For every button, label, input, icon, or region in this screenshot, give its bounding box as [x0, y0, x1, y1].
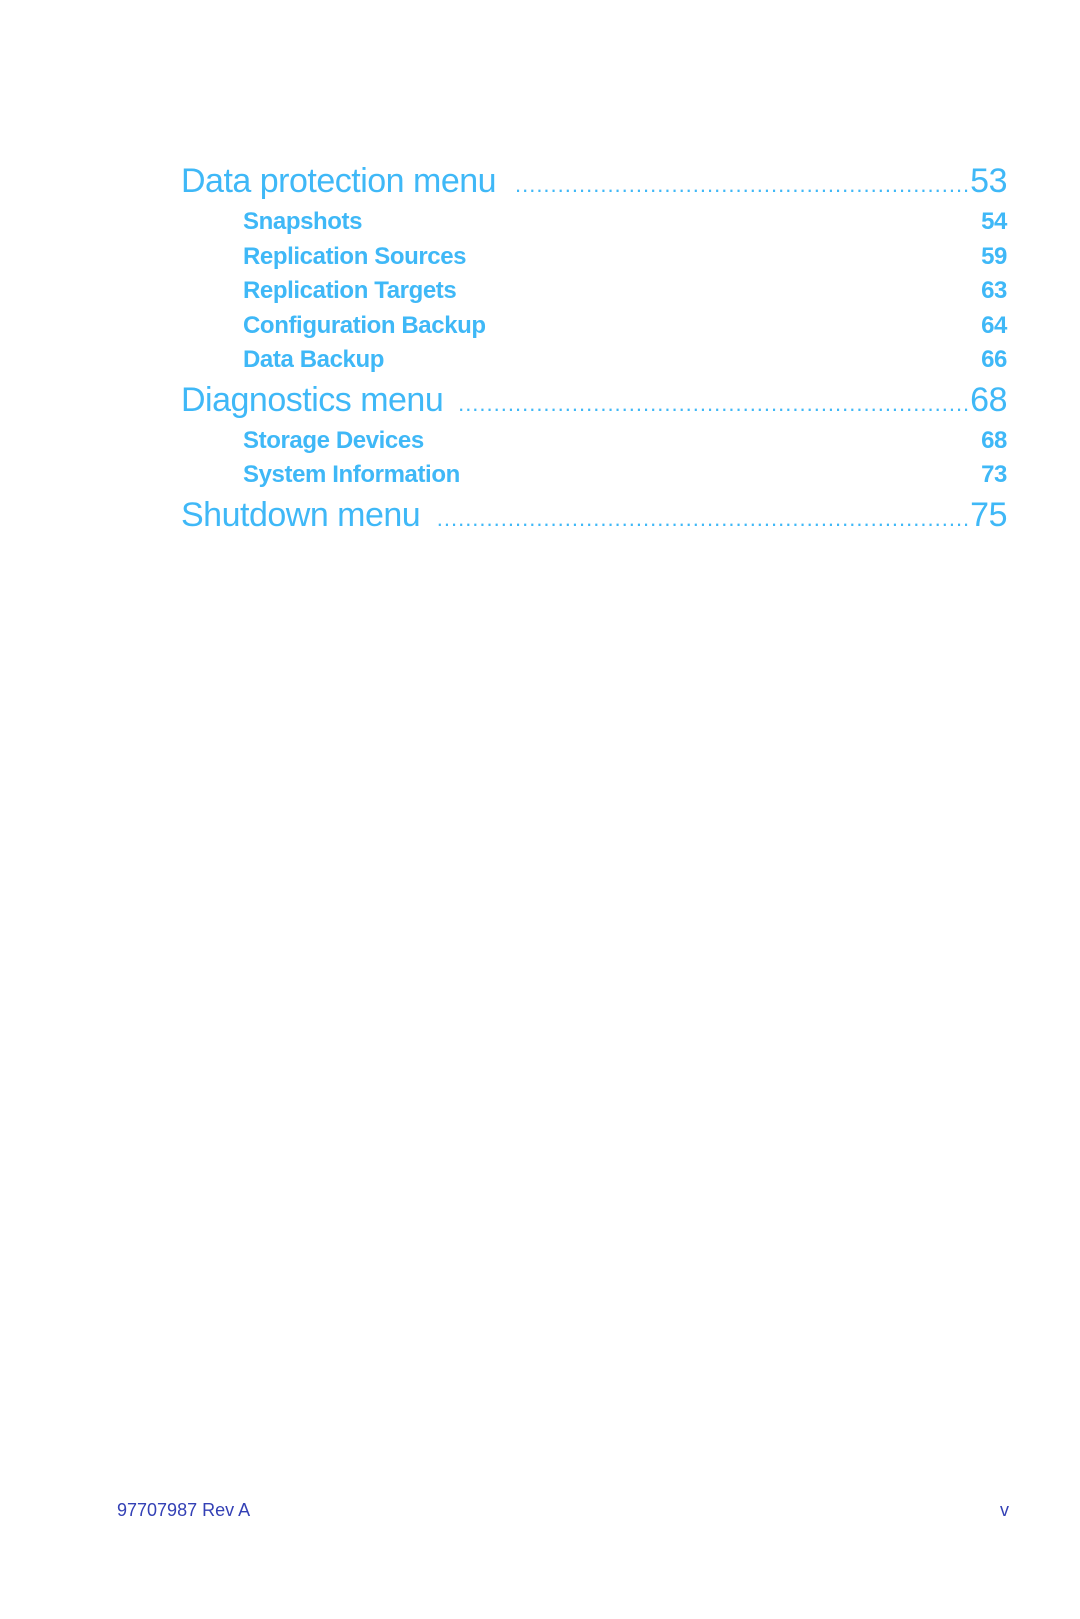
- page-number: v: [1000, 1500, 1009, 1520]
- toc-entry-page[interactable]: 68: [981, 427, 1007, 455]
- toc-entry-storage-devices[interactable]: Storage Devices 68: [181, 427, 1007, 462]
- dot-leader: ........................................…: [512, 172, 971, 197]
- toc-entry-title[interactable]: Storage Devices: [243, 427, 981, 455]
- table-of-contents: Data protection menu ...................…: [181, 162, 1007, 542]
- toc-entry-diagnostics-menu[interactable]: Diagnostics menu .......................…: [181, 381, 1007, 427]
- toc-entry-shutdown-menu[interactable]: Shutdown menu ..........................…: [181, 496, 1007, 542]
- toc-entry-title[interactable]: Snapshots: [243, 208, 981, 236]
- toc-entry-data-backup[interactable]: Data Backup 66: [181, 346, 1007, 381]
- toc-entry-page[interactable]: 53: [970, 162, 1007, 201]
- toc-entry-title[interactable]: Data protection menu: [181, 162, 512, 201]
- document-id: 97707987 Rev A: [117, 1500, 251, 1520]
- toc-entry-page[interactable]: 73: [981, 461, 1007, 489]
- toc-entry-title[interactable]: Shutdown menu: [181, 496, 436, 535]
- toc-entry-title[interactable]: Configuration Backup: [243, 312, 981, 340]
- toc-entry-page[interactable]: 63: [981, 277, 1007, 305]
- toc-entry-title[interactable]: Replication Targets: [243, 277, 981, 305]
- toc-entry-snapshots[interactable]: Snapshots 54: [181, 208, 1007, 243]
- toc-entry-title[interactable]: Diagnostics menu: [181, 381, 459, 420]
- dot-leader: ........................................…: [436, 505, 971, 531]
- toc-entry-page[interactable]: 68: [970, 381, 1007, 420]
- toc-entry-title[interactable]: Replication Sources: [243, 243, 981, 271]
- toc-entry-system-information[interactable]: System Information 73: [181, 461, 1007, 496]
- toc-entry-configuration-backup[interactable]: Configuration Backup 64: [181, 312, 1007, 347]
- toc-entry-title[interactable]: Data Backup: [243, 346, 981, 374]
- toc-entry-replication-targets[interactable]: Replication Targets 63: [181, 277, 1007, 312]
- toc-entry-data-protection-menu[interactable]: Data protection menu ...................…: [181, 162, 1007, 208]
- toc-entry-replication-sources[interactable]: Replication Sources 59: [181, 243, 1007, 278]
- toc-entry-page[interactable]: 59: [981, 243, 1007, 271]
- toc-entry-page[interactable]: 54: [981, 208, 1007, 236]
- toc-entry-page[interactable]: 66: [981, 346, 1007, 374]
- toc-entry-page[interactable]: 64: [981, 312, 1007, 340]
- toc-entry-title[interactable]: System Information: [243, 461, 981, 489]
- dot-leader: ........................................…: [459, 390, 971, 416]
- page-footer: 97707987 Rev A v: [117, 1500, 1009, 1521]
- toc-entry-page[interactable]: 75: [970, 496, 1007, 535]
